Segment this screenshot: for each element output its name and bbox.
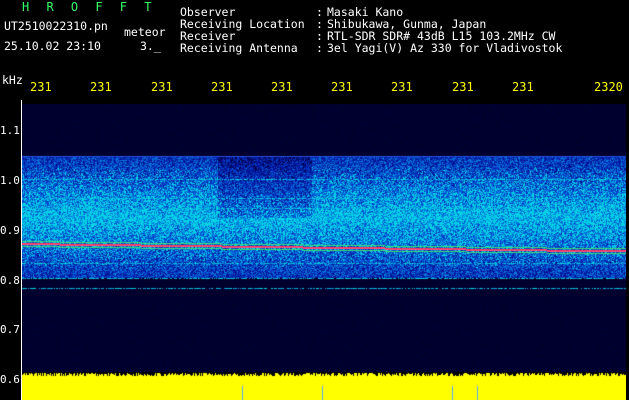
app-logo-text: H R O F F T bbox=[22, 0, 157, 14]
spectrogram-waterfall bbox=[22, 104, 626, 372]
freq-tick-0-8: 0.8 bbox=[0, 274, 20, 287]
freq-tick-0-6: 0.6 bbox=[0, 373, 20, 386]
date-time-suffix: 3._ bbox=[140, 39, 161, 53]
mode-label: meteor bbox=[124, 25, 166, 39]
time-tick-1: 231 bbox=[30, 80, 52, 94]
date-time: 25.10.02 23:10 bbox=[4, 39, 101, 53]
time-tick-8: 231 bbox=[452, 80, 474, 94]
amplitude-strip bbox=[22, 372, 626, 400]
header-panel: H R O F F T UT2510022310.pn meteor 25.10… bbox=[0, 0, 629, 70]
time-tick-6: 231 bbox=[331, 80, 353, 94]
time-tick-7: 231 bbox=[391, 80, 413, 94]
time-tick-3: 231 bbox=[151, 80, 173, 94]
time-tick-9: 231 bbox=[512, 80, 534, 94]
frequency-unit-label: kHz bbox=[2, 73, 23, 87]
antenna-label: Receiving Antenna bbox=[180, 41, 298, 55]
freq-tick-1-0: 1.0 bbox=[0, 174, 20, 187]
file-name: UT2510022310.pn bbox=[4, 19, 108, 33]
time-tick-10: 2320 bbox=[594, 80, 623, 94]
freq-tick-1-1: 1.1 bbox=[0, 124, 20, 137]
time-tick-5: 231 bbox=[271, 80, 293, 94]
antenna-colon: : bbox=[316, 41, 323, 55]
freq-tick-0-7: 0.7 bbox=[0, 323, 20, 336]
antenna-value: 3el Yagi(V) Az 330 for Vladivostok bbox=[327, 41, 563, 55]
time-tick-4: 231 bbox=[211, 80, 233, 94]
freq-tick-0-9: 0.9 bbox=[0, 224, 20, 237]
time-tick-2: 231 bbox=[90, 80, 112, 94]
